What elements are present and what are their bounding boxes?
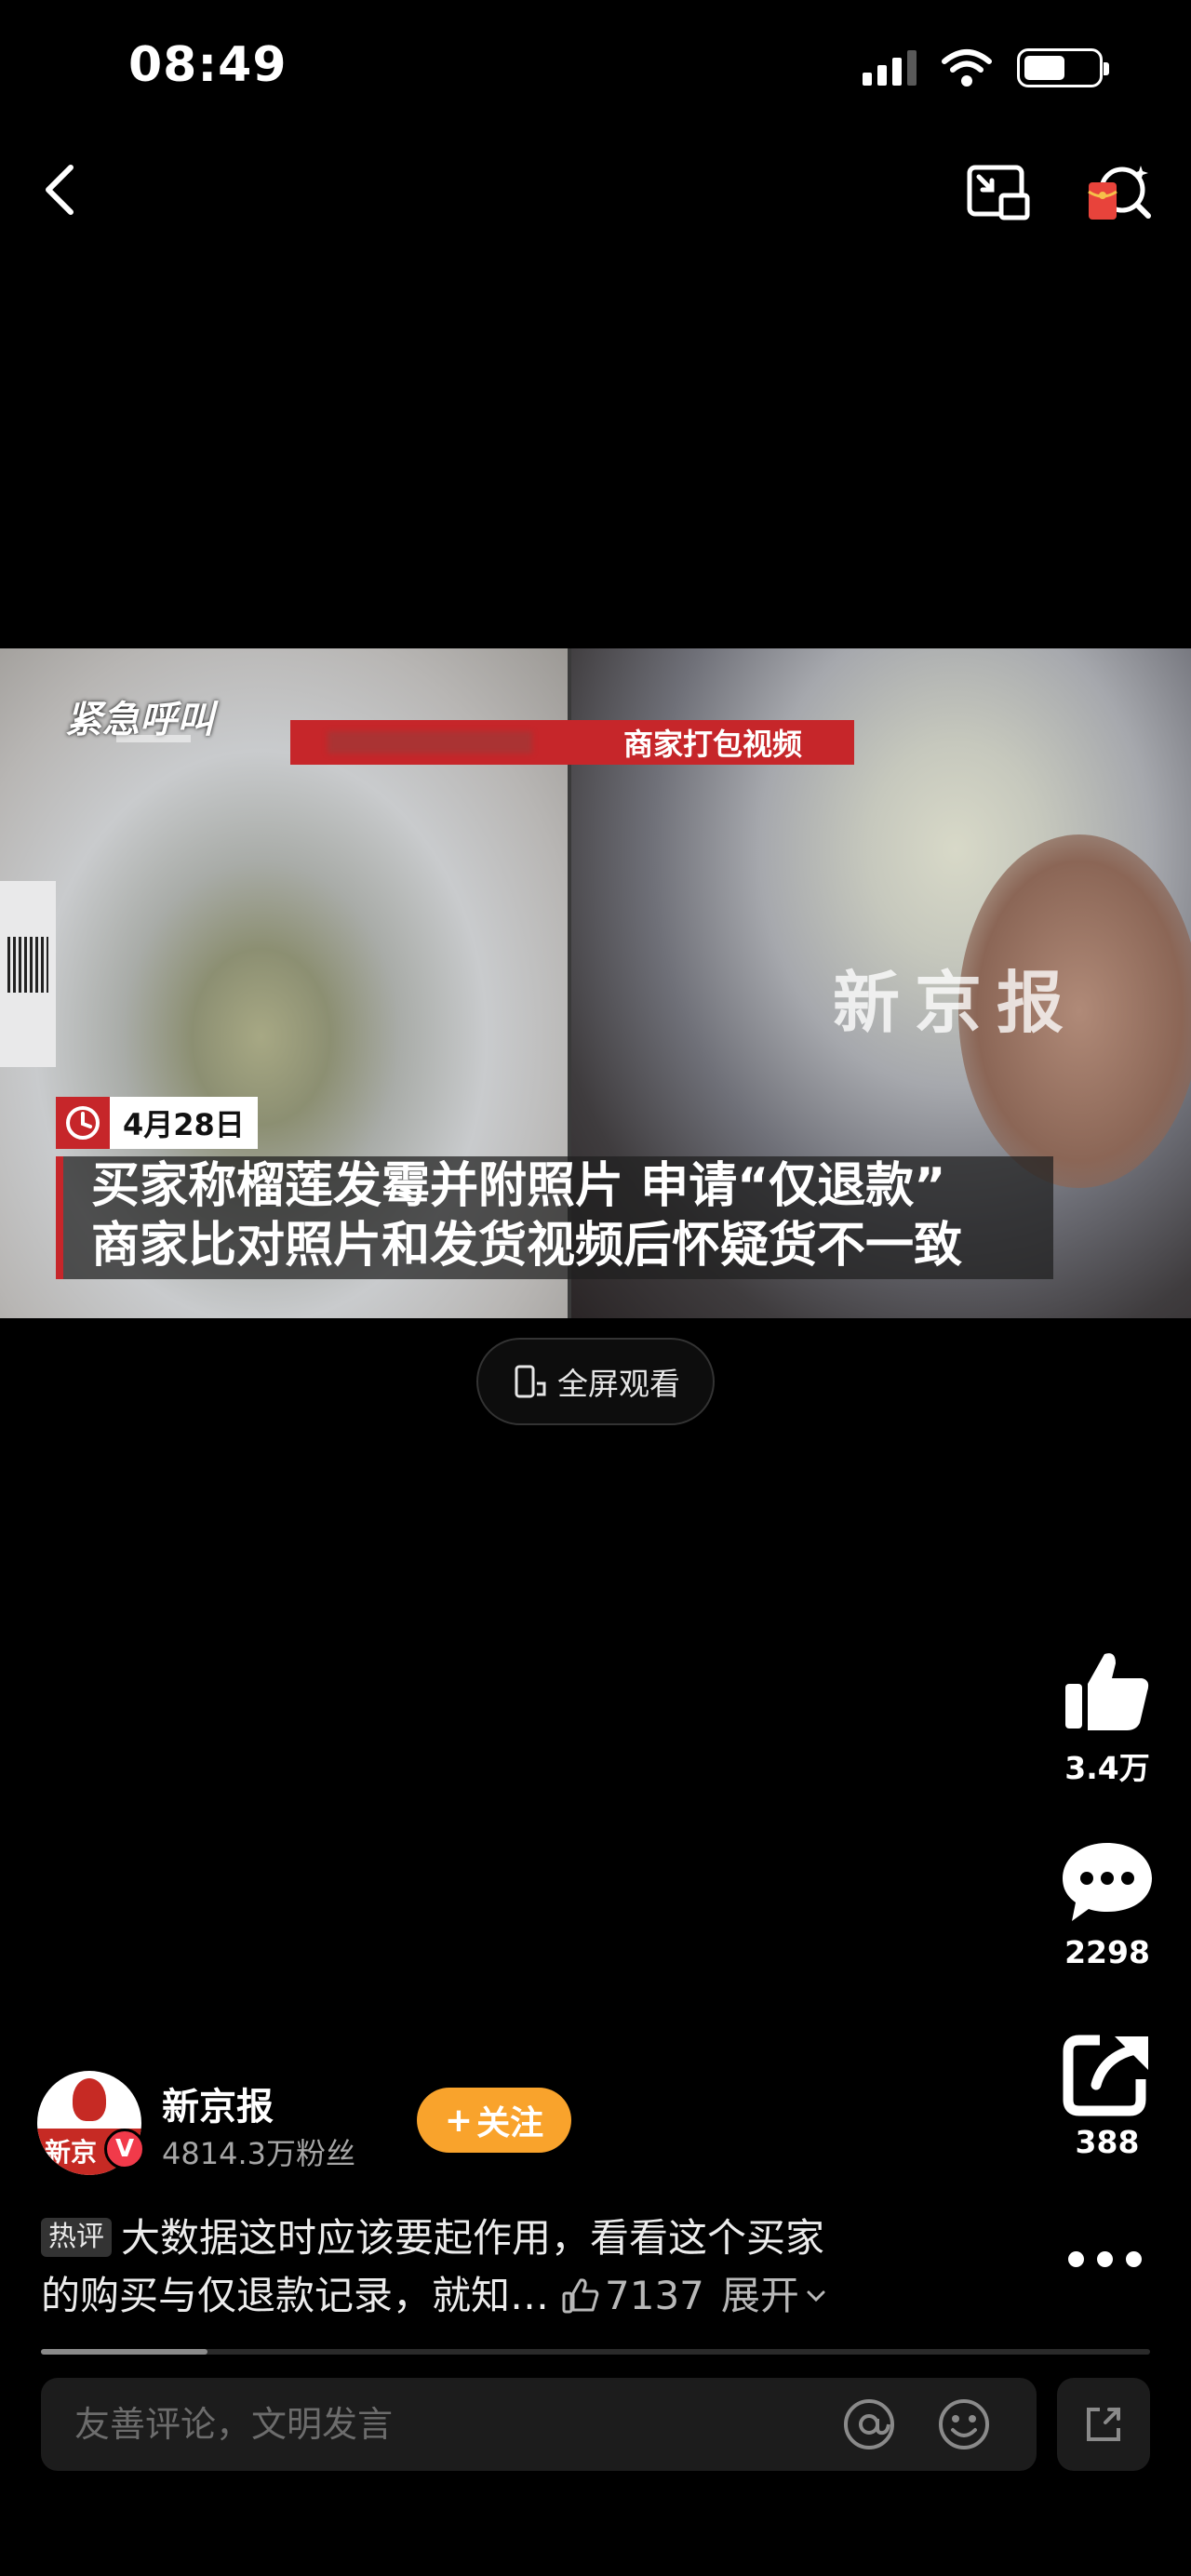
share-button[interactable]: 388 [1051,2033,1163,2160]
caption-line-1: 买家称榴莲发霉并附照片 申请“仅退款” [91,1158,946,1214]
date-text: 4月28日 [110,1097,258,1149]
watermark: 新京报 [833,963,1079,1042]
wifi-icon [942,49,992,87]
hot-comment-line1: 大数据这时应该要起作用，看看这个买家 [121,2215,825,2261]
share-icon [1063,2035,1148,2116]
phone-icon [515,1365,546,1398]
pip-icon[interactable] [964,158,1031,225]
video-progress-bar[interactable] [41,2349,1150,2355]
hot-comment-like-count: 7137 [605,2273,704,2318]
expand-input-button[interactable] [1057,2378,1150,2471]
expand-button[interactable]: 展开 [721,2267,827,2325]
video-caption: 买家称榴莲发霉并附照片 申请“仅退款” 商家比对照片和发货视频后怀疑货不一致 [56,1156,1053,1279]
status-icons [863,48,1109,87]
shipping-label [0,881,56,1067]
author-name[interactable]: 新京报 [162,2076,274,2130]
video-progress-fill [41,2349,207,2355]
comment-button[interactable]: 2298 [1051,1837,1163,1970]
follow-label: 关注 [476,2104,544,2142]
fullscreen-label: 全屏观看 [557,1366,680,1402]
top-banner-text: 商家打包视频 [622,727,802,762]
comment-icon [1063,1843,1152,1921]
hot-comment-line2: 的购买与仅退款记录，就知… [41,2273,550,2318]
expand-label: 展开 [720,2273,799,2318]
battery-icon [1017,48,1109,87]
date-tag: 4月28日 [56,1097,258,1149]
signal-icon [863,50,917,86]
share-count: 388 [1075,2124,1140,2160]
like-button[interactable]: 3.4万 [1051,1647,1163,1788]
back-icon[interactable] [33,156,89,223]
caption-line-2: 商家比对照片和发货视频后怀疑货不一致 [91,1218,963,1274]
clock-icon [66,1106,100,1140]
comment-input-box[interactable] [41,2378,1037,2471]
hot-comment[interactable]: 热评 大数据这时应该要起作用，看看这个买家 的购买与仅退款记录，就知… 7137 … [41,2209,971,2325]
fullscreen-button[interactable]: 全屏观看 [476,1338,715,1425]
expand-icon [1087,2408,1120,2441]
video-player[interactable]: 紧急呼叫 商家打包视频 新京报 4月28日 买家称榴莲发霉并附照片 申请“仅退款… [0,648,1191,1318]
more-icon[interactable] [1068,2251,1142,2267]
author-fans: 4814.3万粉丝 [162,2136,355,2171]
thumb-up-icon [1065,1653,1149,1730]
plus-icon: + [444,2101,474,2140]
search-redpacket-icon[interactable] [1087,158,1154,225]
hot-comment-like[interactable]: 7137 [562,2267,704,2325]
chevron-down-icon [807,2290,825,2302]
comment-input[interactable] [74,2404,819,2445]
like-count: 3.4万 [1064,1750,1150,1786]
thumb-up-outline-icon [562,2278,599,2314]
at-icon[interactable] [841,2396,897,2452]
top-banner: 商家打包视频 [290,720,854,765]
emoji-icon[interactable] [936,2396,992,2452]
comment-count: 2298 [1064,1934,1150,1970]
verified-badge: V [104,2129,145,2169]
follow-button[interactable]: + 关注 [417,2088,571,2153]
status-time: 08:49 [128,37,288,93]
hot-badge: 热评 [41,2218,112,2257]
